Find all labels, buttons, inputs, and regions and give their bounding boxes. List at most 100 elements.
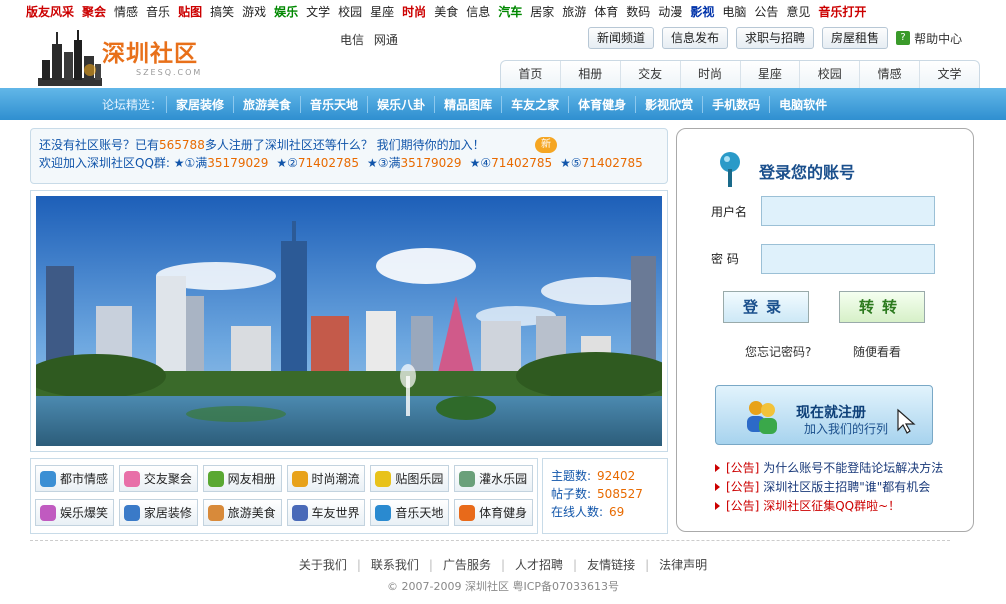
city-skyline-image [36, 196, 662, 446]
featured-item[interactable]: 音乐天地 [300, 95, 367, 113]
tab-campus[interactable]: 校园 [800, 61, 861, 88]
post-info-button[interactable]: 信息发布 [662, 27, 729, 49]
top-nav-item[interactable]: 意见 [786, 3, 810, 20]
footer-link[interactable]: 人才招聘 [515, 558, 563, 572]
quick-link-label: 车友世界 [311, 506, 360, 520]
featured-item[interactable]: 娱乐八卦 [367, 95, 434, 113]
featured-item[interactable]: 影视欣赏 [635, 95, 702, 113]
footer-link[interactable]: 广告服务 [443, 558, 491, 572]
quick-link-button[interactable]: 网友相册 [202, 465, 282, 492]
qq-group[interactable]: ★②71402785 [276, 156, 359, 170]
qq-group-label: ★② [276, 156, 298, 170]
top-nav-item[interactable]: 文学 [306, 3, 330, 20]
register-button[interactable]: 现在就注册 加入我们的行列 [715, 385, 933, 445]
top-nav-item[interactable]: 动漫 [658, 3, 682, 20]
quick-link-button[interactable]: 家居装修 [118, 499, 198, 526]
site-logo[interactable]: 深圳社区 SZESQ.COM [38, 30, 218, 86]
stat-label: 主题数: [551, 469, 592, 483]
footer-link[interactable]: 联系我们 [371, 558, 419, 572]
housing-button[interactable]: 房屋租售 [822, 27, 889, 49]
quick-link-button[interactable]: 都市情感 [35, 465, 114, 492]
top-nav-item[interactable]: 美食 [434, 3, 458, 20]
featured-item[interactable]: 体育健身 [568, 95, 635, 113]
top-nav-item[interactable]: 游戏 [242, 3, 266, 20]
notice-line-2: 欢迎加入深圳社区QQ群: ★①满35179029 ★②71402785 ★③满351… [39, 155, 659, 171]
featured-item[interactable]: 电脑软件 [769, 95, 836, 113]
tab-album[interactable]: 相册 [561, 61, 621, 88]
tab-literature[interactable]: 文学 [920, 61, 979, 88]
browse-button[interactable]: 转转 [839, 291, 925, 323]
featured-item[interactable]: 手机数码 [702, 95, 769, 113]
top-nav-item[interactable]: 版友风采 [26, 3, 74, 20]
top-nav-item[interactable]: 旅游 [562, 3, 586, 20]
quick-link-button[interactable]: 灌水乐园 [454, 465, 533, 492]
username-input[interactable] [761, 196, 935, 226]
top-nav-item[interactable]: 汽车 [498, 3, 522, 20]
tab-emotion[interactable]: 情感 [860, 61, 921, 88]
top-nav-item[interactable]: 音乐 [146, 3, 170, 20]
stat-value: 508527 [597, 487, 643, 501]
featured-item[interactable]: 精品图库 [434, 95, 501, 113]
featured-item[interactable]: 旅游美食 [233, 95, 300, 113]
netcom-link[interactable]: 网通 [374, 33, 398, 47]
new-badge: 新 [535, 137, 557, 153]
top-nav-item[interactable]: 居家 [530, 3, 554, 20]
forum-icon [291, 470, 308, 487]
top-nav-item[interactable]: 聚会 [82, 3, 106, 20]
quick-link-button[interactable]: 交友聚会 [118, 465, 198, 492]
footer-link[interactable]: 法律声明 [659, 558, 707, 572]
jobs-button[interactable]: 求职与招聘 [736, 27, 815, 49]
login-button[interactable]: 登录 [723, 291, 809, 323]
quick-link-label: 都市情感 [60, 472, 109, 486]
forum-icon [459, 504, 476, 521]
news-channel-button[interactable]: 新闻频道 [588, 27, 655, 49]
notice-line-1: 还没有社区账号？已有565788多人注册了深圳社区还等什么？ 我们期待你的加入！ [39, 137, 659, 153]
top-nav-item[interactable]: 信息 [466, 3, 490, 20]
forgot-password-link[interactable]: 您忘记密码? [745, 343, 811, 360]
tab-home[interactable]: 首页 [501, 61, 561, 88]
top-nav-item[interactable]: 娱乐 [274, 3, 298, 20]
quick-link-button[interactable]: 时尚潮流 [286, 465, 366, 492]
quick-link-button[interactable]: 音乐天地 [370, 499, 450, 526]
top-nav-item[interactable]: 时尚 [402, 3, 426, 20]
forum-icon [375, 504, 392, 521]
footer-link[interactable]: 友情链接 [587, 558, 635, 572]
announcement-item[interactable]: [公告] 为什么账号不能登陆论坛解决方法 [715, 459, 965, 478]
tab-fashion[interactable]: 时尚 [681, 61, 741, 88]
top-nav-item[interactable]: 影视 [690, 3, 714, 20]
top-nav-item[interactable]: 体育 [594, 3, 618, 20]
tab-dating[interactable]: 交友 [621, 61, 681, 88]
pushpin-icon [720, 152, 740, 187]
footer-link[interactable]: 关于我们 [299, 558, 347, 572]
top-nav-item[interactable]: 公告 [754, 3, 778, 20]
qq-group[interactable]: ★④71402785 [470, 156, 553, 170]
logo-title: 深圳社区 [102, 41, 198, 67]
quick-link-button[interactable]: 旅游美食 [202, 499, 282, 526]
qq-group[interactable]: ★①满35179029 [174, 156, 269, 170]
announcement-item[interactable]: [公告] 深圳社区版主招聘"谁"都有机会 [715, 478, 965, 497]
top-nav-item[interactable]: 电脑 [722, 3, 746, 20]
quick-link-button[interactable]: 贴图乐园 [370, 465, 450, 492]
top-nav-item[interactable]: 贴图 [178, 3, 202, 20]
qq-group[interactable]: ★③满35179029 [367, 156, 462, 170]
top-nav-item[interactable]: 星座 [370, 3, 394, 20]
quick-link-button[interactable]: 娱乐爆笑 [35, 499, 114, 526]
qq-group-label: ★③满 [366, 156, 401, 170]
top-nav-item[interactable]: 音乐打开 [818, 3, 866, 20]
copyright: © 2007-2009 深圳社区 粤ICP备07033613号 [387, 580, 619, 593]
featured-item[interactable]: 车友之家 [501, 95, 568, 113]
telecom-link[interactable]: 电信 [340, 33, 364, 47]
qq-group[interactable]: ★⑤71402785 [560, 156, 643, 170]
top-nav-item[interactable]: 数码 [626, 3, 650, 20]
quick-link-button[interactable]: 体育健身 [454, 499, 533, 526]
top-nav-item[interactable]: 校园 [338, 3, 362, 20]
quick-link-button[interactable]: 车友世界 [286, 499, 366, 526]
top-nav-item[interactable]: 搞笑 [210, 3, 234, 20]
tab-astrology[interactable]: 星座 [741, 61, 801, 88]
password-input[interactable] [761, 244, 935, 274]
featured-item[interactable]: 家居装修 [166, 95, 233, 113]
help-center-link[interactable]: ? 帮助中心 [896, 27, 962, 49]
top-nav-item[interactable]: 情感 [114, 3, 138, 20]
browse-link[interactable]: 随便看看 [853, 343, 901, 360]
announcement-item[interactable]: [公告] 深圳社区征集QQ群啦~！ [715, 497, 965, 516]
